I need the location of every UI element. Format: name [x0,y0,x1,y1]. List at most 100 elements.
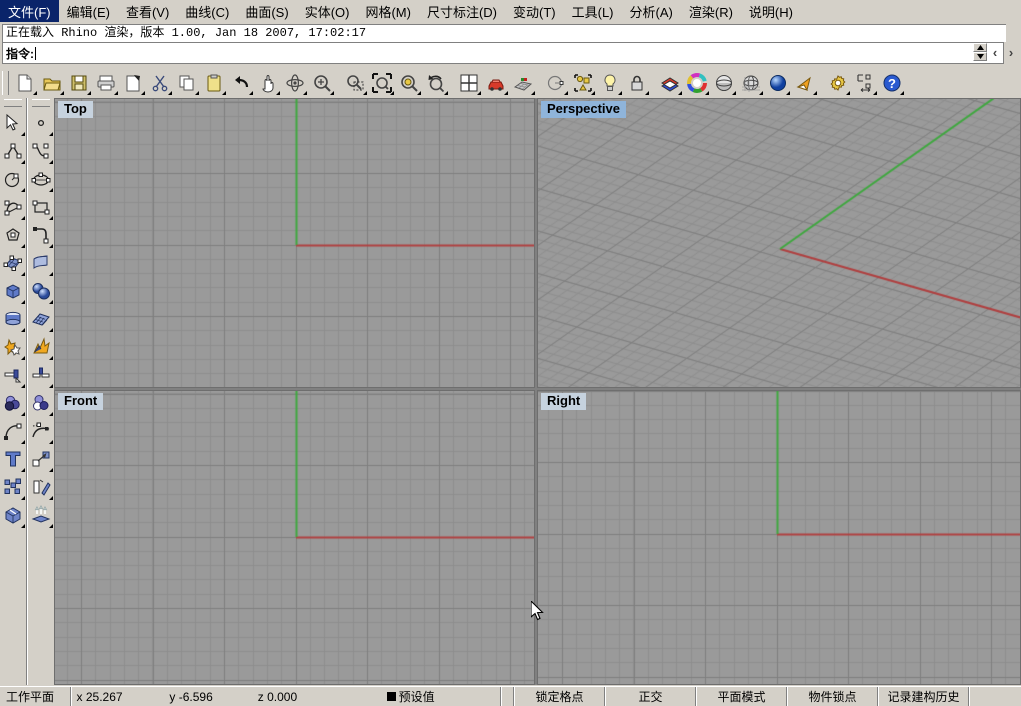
arc-button[interactable] [1,193,26,221]
properties-button[interactable] [119,70,146,96]
command-history-spinner[interactable] [973,43,987,61]
viewport-right-label[interactable]: Right [541,393,586,410]
boolean-union-button[interactable] [1,333,26,361]
viewport-front[interactable]: Front z x [54,390,535,685]
toolbar-grip[interactable] [2,71,9,95]
menu-surface[interactable]: 曲面(S) [237,0,296,23]
render-button[interactable] [482,70,509,96]
menu-tools[interactable]: 工具(L) [564,0,622,23]
fillet-curve-button[interactable] [1,417,26,445]
nav-prev-button[interactable]: ‹ [993,46,997,59]
four-view-button[interactable] [455,70,482,96]
viewport-perspective[interactable]: Perspective z y x [537,98,1021,388]
menu-view[interactable]: 查看(V) [118,0,177,23]
layer-button[interactable] [656,70,683,96]
copy-button[interactable] [173,70,200,96]
boolean-objects-button[interactable] [1,389,26,417]
circle-button[interactable] [1,165,26,193]
dimension-button[interactable] [851,70,878,96]
mesh-button[interactable] [29,305,54,333]
lock-button[interactable] [623,70,650,96]
command-nav[interactable]: ‹ › [987,43,1019,61]
menu-file[interactable]: 文件(F) [0,0,59,23]
new-file-button[interactable] [11,70,38,96]
status-layer[interactable]: 预设值 [381,687,501,706]
rotate-view-button[interactable] [281,70,308,96]
surface-sweep-button[interactable] [29,249,54,277]
wireframe-sphere-button[interactable] [737,70,764,96]
open-file-button[interactable] [38,70,65,96]
menu-mesh[interactable]: 网格(M) [357,0,419,23]
menu-render[interactable]: 渲染(R) [681,0,741,23]
help-button[interactable]: ? [878,70,905,96]
select-arrow-button[interactable] [1,109,26,137]
undo-button[interactable] [227,70,254,96]
polyline-button[interactable] [1,137,26,165]
box-button[interactable] [1,277,26,305]
shaded-sphere-button[interactable] [710,70,737,96]
split-button[interactable] [29,361,54,389]
zoom-selected-button[interactable] [395,70,422,96]
viewport-front-label[interactable]: Front [58,393,103,410]
curve-corner-button[interactable] [29,221,54,249]
mirror-button[interactable] [29,473,54,501]
explode-button[interactable] [29,333,54,361]
spinner-up-button[interactable] [973,43,987,52]
boolean-diff-button[interactable] [29,389,54,417]
status-grid-snap[interactable]: 锁定格点 [513,687,604,706]
options-gear-button[interactable] [824,70,851,96]
array-button[interactable] [1,473,26,501]
status-record-history[interactable]: 记录建构历史 [877,687,968,706]
render-sphere-button[interactable] [764,70,791,96]
menu-transform[interactable]: 变动(T) [505,0,564,23]
extrude-button[interactable] [29,501,54,529]
menu-curve[interactable]: 曲线(C) [177,0,237,23]
save-file-button[interactable] [65,70,92,96]
sphere-button[interactable] [29,277,54,305]
status-osnap[interactable]: 物件锁点 [786,687,877,706]
curve-button[interactable] [29,137,54,165]
menu-help[interactable]: 说明(H) [741,0,801,23]
spinner-down-button[interactable] [973,52,987,61]
toolbar-grip[interactable] [4,99,22,107]
light-button[interactable] [596,70,623,96]
surface-patch-button[interactable] [1,249,26,277]
select-circle-button[interactable] [542,70,569,96]
rectangle-button[interactable] [29,193,54,221]
pan-button[interactable] [254,70,281,96]
print-button[interactable] [92,70,119,96]
move-button[interactable] [29,445,54,473]
zoom-extents-button[interactable] [368,70,395,96]
menu-solid[interactable]: 实体(O) [297,0,358,23]
ellipse-button[interactable] [29,165,54,193]
menu-analyze[interactable]: 分析(A) [622,0,681,23]
zoom-window-button[interactable] [341,70,368,96]
trim-button[interactable] [1,361,26,389]
select-objects-button[interactable] [569,70,596,96]
color-wheel-button[interactable] [683,70,710,96]
viewport-top[interactable]: Top y x [54,98,535,388]
status-planar[interactable]: 平面模式 [695,687,786,706]
status-ortho[interactable]: 正交 [604,687,695,706]
zoom-previous-button[interactable] [422,70,449,96]
cylinder-button[interactable] [1,305,26,333]
grid-settings-button[interactable] [509,70,536,96]
blend-curve-button[interactable] [29,417,54,445]
menu-dimension[interactable]: 尺寸标注(D) [419,0,505,23]
paste-button[interactable] [200,70,227,96]
polygon-button[interactable] [1,221,26,249]
solid-box-button[interactable] [1,501,26,529]
zoom-dynamic-button[interactable] [308,70,335,96]
command-input[interactable] [36,45,1003,61]
flat-shade-button[interactable] [791,70,818,96]
viewport-perspective-label[interactable]: Perspective [541,101,626,118]
menu-edit[interactable]: 编辑(E) [59,0,118,23]
viewport-top-label[interactable]: Top [58,101,93,118]
text-button[interactable] [1,445,26,473]
point-button[interactable] [29,109,54,137]
command-line[interactable]: 指令: [2,42,1004,64]
cut-button[interactable] [146,70,173,96]
nav-next-button[interactable]: › [1009,46,1013,59]
toolbar-grip[interactable] [32,99,50,107]
viewport-right[interactable]: Right z y [537,390,1021,685]
